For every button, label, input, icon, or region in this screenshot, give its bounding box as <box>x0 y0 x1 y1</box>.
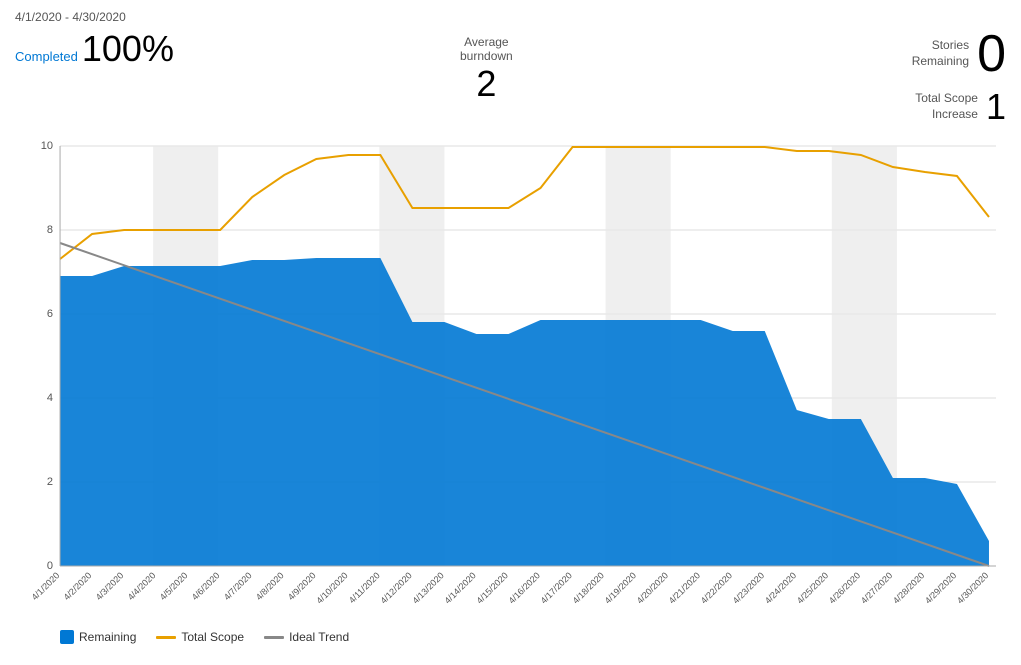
total-scope-stat: Total ScopeIncrease 1 <box>915 86 1006 128</box>
main-container: 4/1/2020 - 4/30/2020 Completed 100% Aver… <box>0 0 1021 665</box>
svg-text:4/21/2020: 4/21/2020 <box>667 570 702 605</box>
avg-burndown-stat: Averageburndown 2 <box>460 35 513 105</box>
avg-burndown-label: Averageburndown <box>460 35 513 63</box>
remaining-legend-color <box>60 630 74 644</box>
svg-text:8: 8 <box>47 224 53 236</box>
svg-text:4/13/2020: 4/13/2020 <box>410 570 445 605</box>
completed-value: 100% <box>82 28 174 70</box>
remaining-legend-item: Remaining <box>60 630 136 644</box>
svg-text:4/23/2020: 4/23/2020 <box>731 570 766 605</box>
svg-text:0: 0 <box>47 560 53 572</box>
svg-text:4/28/2020: 4/28/2020 <box>891 570 926 605</box>
svg-text:6: 6 <box>47 308 53 320</box>
chart-legend: Remaining Total Scope Ideal Trend <box>15 630 1006 644</box>
completed-label: Completed <box>15 49 78 64</box>
svg-text:4/17/2020: 4/17/2020 <box>539 570 574 605</box>
svg-text:4/29/2020: 4/29/2020 <box>923 570 958 605</box>
right-stats: StoriesRemaining 0 Total ScopeIncrease 1 <box>912 28 1006 128</box>
total-scope-value: 1 <box>986 86 1006 128</box>
svg-text:4/18/2020: 4/18/2020 <box>571 570 606 605</box>
svg-text:4/19/2020: 4/19/2020 <box>603 570 638 605</box>
remaining-legend-label: Remaining <box>79 630 136 644</box>
svg-text:4/22/2020: 4/22/2020 <box>699 570 734 605</box>
svg-text:10: 10 <box>41 140 53 152</box>
svg-text:2: 2 <box>47 476 53 488</box>
stories-remaining-stat: StoriesRemaining 0 <box>912 28 1006 80</box>
completed-stat: Completed 100% <box>15 28 174 70</box>
svg-text:4/12/2020: 4/12/2020 <box>378 570 413 605</box>
ideal-trend-legend-label: Ideal Trend <box>289 630 349 644</box>
svg-text:4/7/2020: 4/7/2020 <box>222 570 254 602</box>
svg-text:4/30/2020: 4/30/2020 <box>955 570 990 605</box>
svg-text:4/5/2020: 4/5/2020 <box>158 570 190 602</box>
svg-text:4/1/2020: 4/1/2020 <box>30 570 62 602</box>
svg-text:4/8/2020: 4/8/2020 <box>254 570 286 602</box>
svg-text:4/14/2020: 4/14/2020 <box>442 570 477 605</box>
burndown-chart: 0 2 4 6 8 10 <box>15 136 1006 626</box>
total-scope-label: Total ScopeIncrease <box>915 91 978 122</box>
ideal-trend-legend-color <box>264 636 284 639</box>
svg-text:4/11/2020: 4/11/2020 <box>347 570 382 605</box>
stories-remaining-value: 0 <box>977 28 1006 80</box>
chart-area: 0 2 4 6 8 10 <box>15 136 1006 626</box>
top-stats: Completed 100% Averageburndown 2 Stories… <box>15 28 1006 128</box>
total-scope-legend-label: Total Scope <box>181 630 244 644</box>
svg-text:4/10/2020: 4/10/2020 <box>314 570 349 605</box>
svg-text:4/24/2020: 4/24/2020 <box>763 570 798 605</box>
stories-remaining-label: StoriesRemaining <box>912 38 969 69</box>
svg-text:4/27/2020: 4/27/2020 <box>859 570 894 605</box>
avg-burndown-value: 2 <box>476 63 496 105</box>
svg-text:4/9/2020: 4/9/2020 <box>286 570 318 602</box>
total-scope-legend-color <box>156 636 176 639</box>
svg-text:4/6/2020: 4/6/2020 <box>190 570 222 602</box>
ideal-trend-legend-item: Ideal Trend <box>264 630 349 644</box>
total-scope-legend-item: Total Scope <box>156 630 244 644</box>
svg-text:4/15/2020: 4/15/2020 <box>475 570 510 605</box>
svg-text:4: 4 <box>47 392 53 404</box>
svg-text:4/4/2020: 4/4/2020 <box>126 570 158 602</box>
svg-text:4/16/2020: 4/16/2020 <box>507 570 542 605</box>
svg-text:4/3/2020: 4/3/2020 <box>94 570 126 602</box>
svg-text:4/25/2020: 4/25/2020 <box>795 570 830 605</box>
svg-text:4/2/2020: 4/2/2020 <box>62 570 94 602</box>
date-range: 4/1/2020 - 4/30/2020 <box>15 10 1006 24</box>
svg-text:4/26/2020: 4/26/2020 <box>827 570 862 605</box>
svg-text:4/20/2020: 4/20/2020 <box>635 570 670 605</box>
